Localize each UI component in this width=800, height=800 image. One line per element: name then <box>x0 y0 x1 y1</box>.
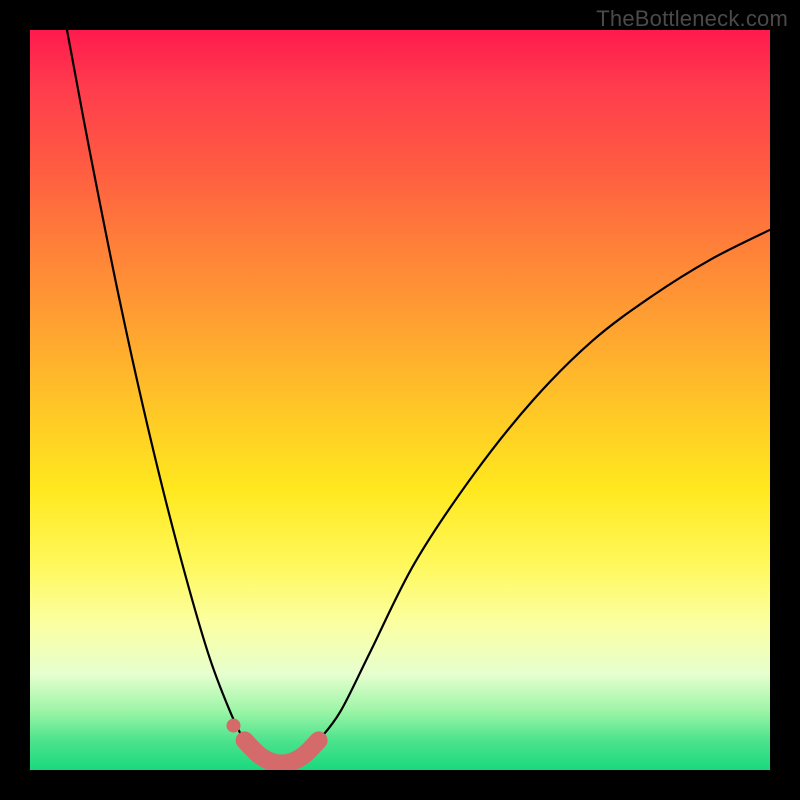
curve-optimal-highlight <box>245 740 319 763</box>
chart-plot-area <box>30 30 770 770</box>
curve-accent-dot <box>227 719 241 733</box>
bottleneck-curve <box>30 30 770 770</box>
curve-line <box>67 30 770 764</box>
watermark-text: TheBottleneck.com <box>596 6 788 32</box>
